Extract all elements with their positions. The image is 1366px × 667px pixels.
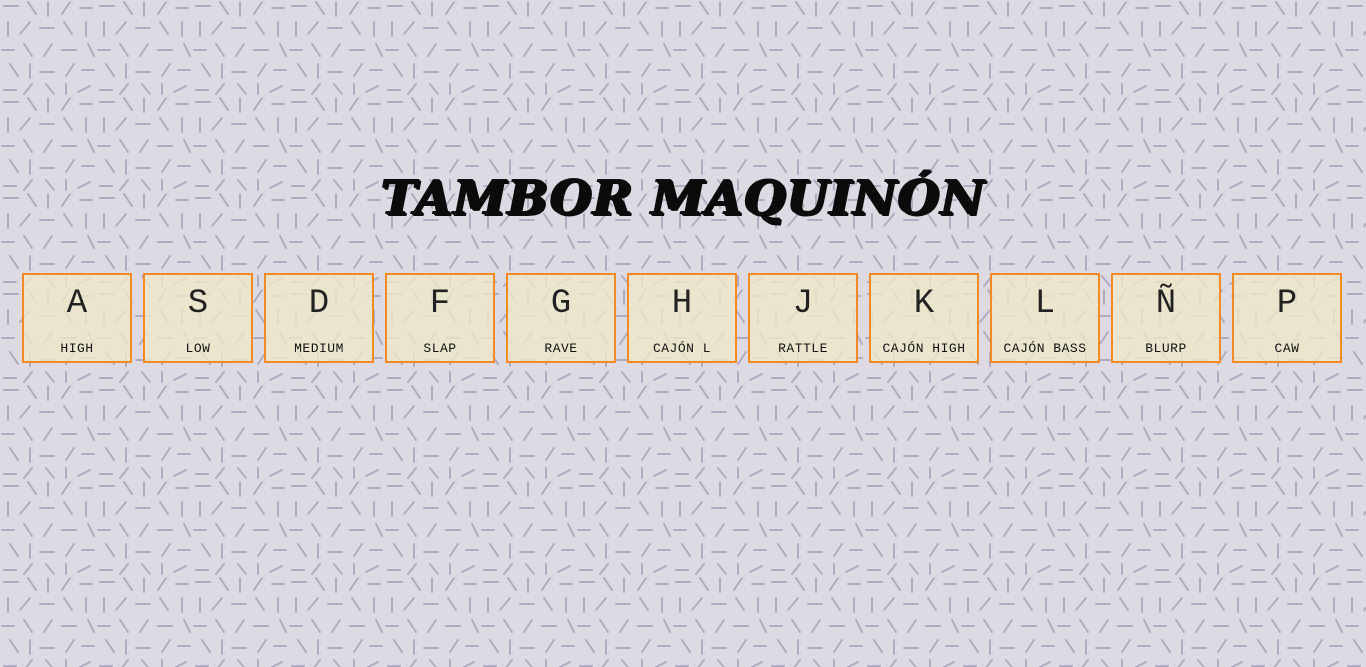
key-sound-label: BLURP <box>1145 341 1187 356</box>
drum-pad-row: A HIGH S LOW D MEDIUM F SLAP G RAVE H CA… <box>22 273 1342 363</box>
key-letter: L <box>1034 285 1056 323</box>
key-letter: D <box>308 285 330 323</box>
key-sound-label: SLAP <box>423 341 457 356</box>
key-sound-label: HIGH <box>60 341 94 356</box>
key-sound-label: CAJÓN HIGH <box>882 341 966 356</box>
key-sound-label: LOW <box>185 341 211 356</box>
key-sound-label: RATTLE <box>778 341 828 356</box>
key-letter: H <box>671 285 693 323</box>
drum-key-s[interactable]: S LOW <box>143 273 253 363</box>
page-title: TAMBOR MAQUINÓN <box>380 170 986 226</box>
key-letter: Ñ <box>1155 285 1177 323</box>
key-letter: A <box>66 285 88 323</box>
key-sound-label: CAJÓN L <box>652 341 712 356</box>
key-sound-label: RAVE <box>544 341 578 356</box>
drum-key-a[interactable]: A HIGH <box>22 273 132 363</box>
key-sound-label: CAJÓN BASS <box>1003 341 1087 356</box>
drum-key-j[interactable]: J RATTLE <box>748 273 858 363</box>
drum-key-h[interactable]: H CAJÓN L <box>627 273 737 363</box>
key-sound-label: CAW <box>1274 341 1300 356</box>
drum-key-k[interactable]: K CAJÓN HIGH <box>869 273 979 363</box>
drum-key-d[interactable]: D MEDIUM <box>264 273 374 363</box>
key-letter: G <box>550 285 572 323</box>
drum-key-g[interactable]: G RAVE <box>506 273 616 363</box>
key-letter: S <box>187 285 209 323</box>
drum-key-l[interactable]: L CAJÓN BASS <box>990 273 1100 363</box>
key-letter: P <box>1276 285 1298 323</box>
drum-key-p[interactable]: P CAW <box>1232 273 1342 363</box>
drum-key-f[interactable]: F SLAP <box>385 273 495 363</box>
key-sound-label: MEDIUM <box>294 341 344 356</box>
drum-key-enye[interactable]: Ñ BLURP <box>1111 273 1221 363</box>
key-letter: F <box>429 285 451 323</box>
key-letter: J <box>792 285 814 323</box>
key-letter: K <box>913 285 935 323</box>
